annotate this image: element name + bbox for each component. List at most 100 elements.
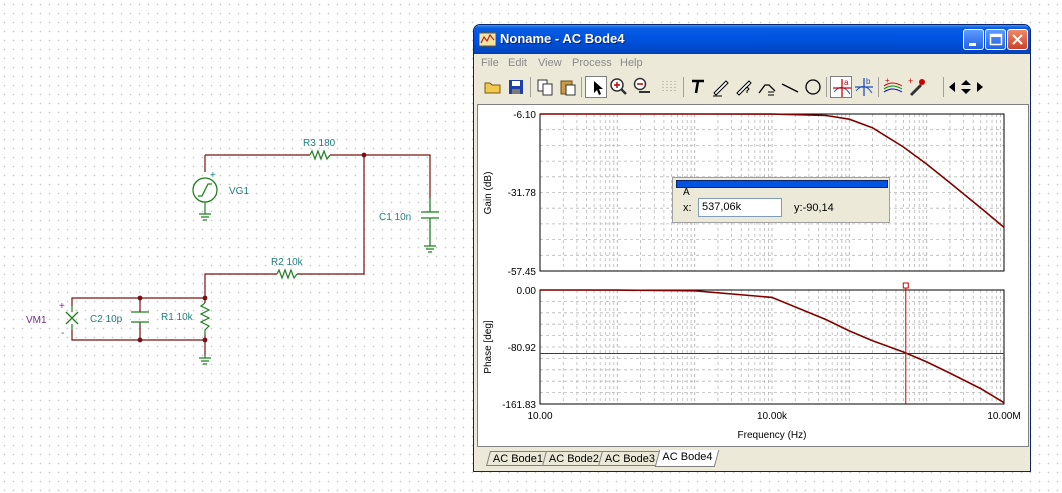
pointer-icon [594,81,603,95]
cursor-x-input[interactable]: 537,06k [698,198,782,217]
menu-help[interactable]: Help [620,57,643,69]
maximize-icon [989,33,1003,46]
pen-button[interactable] [710,76,732,98]
plot-area[interactable]: -6.10 -31.78 -57.45 Gain (dB) 0.00 -80.9… [477,104,1029,447]
text-icon [692,79,704,94]
marker-button[interactable]: + [905,76,927,98]
curve-button[interactable] [756,76,778,98]
title-bar[interactable]: Noname - AC Bode4 [474,25,1030,54]
xtick-10: 10.00 [527,411,552,422]
voltmeter-vm1[interactable]: + - VM1 [26,301,79,339]
cursor-b-icon: b [855,77,873,96]
menu-view[interactable]: View [538,57,562,69]
text-button[interactable] [687,76,709,98]
tab-ac-bode1[interactable]: AC Bode1 [485,451,551,466]
svg-text:a: a [844,78,849,87]
cursor-x-label: x: [683,202,692,214]
copy-button[interactable] [534,76,556,98]
xtick-10k: 10.00k [757,411,788,422]
close-button[interactable] [1007,29,1028,50]
tab-ac-bode4[interactable]: AC Bode4 [654,450,720,467]
tab-label: AC Bode3 [604,453,656,465]
gain-ylabel: Gain (dB) [483,172,494,215]
capacitor-c1[interactable]: C1 10n [379,198,439,253]
phase-ytick-mid: -80.92 [508,343,537,354]
c1-label: C1 10n [379,212,411,223]
cursor-a-button[interactable]: a [830,76,852,98]
phase-ylabel: Phase [deg] [483,320,494,374]
pen-help-button[interactable] [733,76,755,98]
zoom-100-icon [633,77,650,93]
r1-label: R1 10k [161,312,194,323]
multi-curve-button[interactable]: + [882,76,904,98]
copy-icon [537,79,553,96]
close-icon [1012,34,1023,45]
circle-icon [805,79,821,95]
arrow-left-icon [949,82,955,92]
tab-ac-bode2[interactable]: AC Bode2 [541,451,607,466]
svg-text:b: b [866,77,871,86]
xtick-10M: 10.00M [987,411,1020,422]
gain-ytick-top: -6.10 [513,110,536,121]
line-icon [781,83,799,93]
tab-strip: AC Bode1 AC Bode2 AC Bode3 AC Bode4 [474,449,1030,469]
cursor-y-readout: y:-90,14 [794,202,834,214]
zoom-in-icon [610,78,627,95]
bode-plot-svg[interactable]: -6.10 -31.78 -57.45 Gain (dB) 0.00 -80.9… [478,105,1028,446]
bode-window[interactable]: Noname - AC Bode4 File Edit View Process… [473,24,1031,472]
open-icon [484,82,501,94]
toolbar: a b + + [474,74,1030,101]
phase-ytick-top: 0.00 [517,286,537,297]
cursor-readout-panel[interactable]: A x: 537,06k y:-90,14 [672,177,890,223]
r2-label: R2 10k [271,257,304,268]
svg-text:+: + [885,76,890,85]
cursor-handle[interactable] [902,282,909,289]
resistor-r2[interactable]: R2 10k [271,257,304,280]
minimize-button[interactable] [963,29,984,50]
circle-button[interactable] [802,76,824,98]
cursor-group-label: A [683,187,690,198]
cursor-y-value: -90,14 [802,202,834,214]
arrow-updown-icon [961,80,971,94]
tab-ac-bode3[interactable]: AC Bode3 [597,451,663,466]
line-button[interactable] [779,76,801,98]
pointer-button[interactable] [585,76,607,98]
menu-process[interactable]: Process [572,57,612,69]
meter-label: VM1 [26,315,47,326]
tab-label: AC Bode2 [548,453,600,465]
grid-button[interactable] [658,76,680,98]
menu-bar: File Edit View Process Help [474,54,1030,72]
pen-icon [713,80,729,97]
save-icon [509,80,523,94]
schematic-canvas[interactable]: + VG1 R3 180 C1 10n R2 10k R1 10k C2 10p… [0,0,470,493]
tab-label: AC Bode1 [492,453,544,465]
paste-icon [560,80,576,96]
gain-ytick-mid: -31.78 [508,188,537,199]
open-button[interactable] [482,76,504,98]
source-plus-sign: + [210,170,216,181]
pen-help-icon [736,80,752,96]
zoom-in-button[interactable] [608,76,630,98]
menu-edit[interactable]: Edit [508,57,527,69]
cursor-crosshair[interactable] [540,282,1004,404]
maximize-button[interactable] [985,29,1006,50]
gain-ytick-bottom: -57.45 [508,267,537,278]
arrow-updown-button[interactable] [958,76,974,98]
cursor-panel-titlebar[interactable] [676,180,888,188]
resistor-r3[interactable]: R3 180 [303,138,336,161]
resistor-r1[interactable]: R1 10k [161,302,211,365]
cursor-b-button[interactable]: b [853,76,875,98]
voltage-source-vg1[interactable]: + VG1 [192,170,249,221]
paste-button[interactable] [557,76,579,98]
arrow-left-button[interactable] [946,76,958,98]
save-button[interactable] [505,76,527,98]
r3-label: R3 180 [303,138,336,149]
tab-label: AC Bode4 [662,451,713,463]
wires [71,154,431,355]
zoom-100-button[interactable] [631,76,653,98]
minimize-icon [969,43,976,46]
arrow-right-button[interactable] [974,76,986,98]
c2-label: C2 10p [90,314,123,325]
phase-plot: 0.00 -80.92 -161.83 Phase [deg] 10.00 10… [483,282,1021,441]
menu-file[interactable]: File [481,57,499,69]
